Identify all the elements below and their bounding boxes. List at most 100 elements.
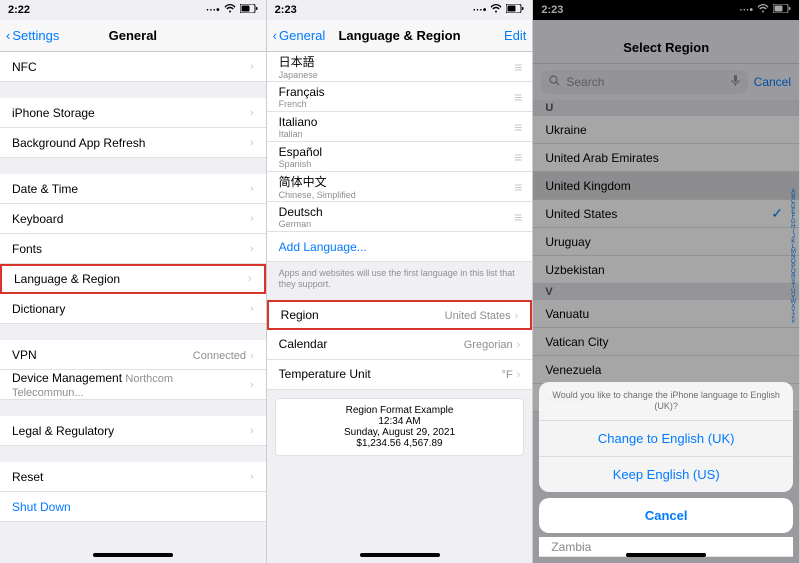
row-dictionary[interactable]: Dictionary›: [0, 294, 266, 324]
status-time: 2:23: [275, 4, 297, 16]
add-language-button[interactable]: Add Language...: [267, 232, 533, 262]
row-vpn[interactable]: VPN Connected ›: [0, 340, 266, 370]
action-keep-button[interactable]: Keep English (US): [539, 457, 793, 492]
home-indicator[interactable]: [93, 553, 173, 557]
row-date-time[interactable]: Date & Time ›: [0, 174, 266, 204]
status-icons: ···•: [473, 4, 525, 16]
row-bg-refresh[interactable]: Background App Refresh ›: [0, 128, 266, 158]
row-legal[interactable]: Legal & Regulatory ›: [0, 416, 266, 446]
row-temperature[interactable]: Temperature Unit °F ›: [267, 360, 533, 390]
row-keyboard[interactable]: Keyboard ›: [0, 204, 266, 234]
row-label: Legal & Regulatory: [12, 424, 114, 438]
page-title: General: [109, 28, 157, 43]
row-region[interactable]: Region United States ›: [267, 300, 533, 330]
language-row[interactable]: EspañolSpanish≡: [267, 142, 533, 172]
language-native: 简体中文: [279, 173, 356, 190]
row-storage[interactable]: iPhone Storage›: [0, 98, 266, 128]
row-label: VPN: [12, 348, 37, 362]
row-label: Shut Down: [12, 500, 71, 514]
drag-handle-icon[interactable]: ≡: [514, 209, 520, 225]
row-reset[interactable]: Reset ›: [0, 462, 266, 492]
action-cancel-button[interactable]: Cancel: [539, 498, 793, 533]
status-time: 2:22: [8, 4, 30, 16]
chevron-right-icon: ›: [250, 471, 254, 483]
language-list: 日本語Japanese≡ FrançaisFrench≡ ItalianoIta…: [267, 52, 533, 456]
language-row[interactable]: ItalianoItalian≡: [267, 112, 533, 142]
panel-general: 2:22 ···• ‹ Settings General NFC › iPhone…: [0, 0, 267, 563]
region-format-example: Region Format Example 12:34 AM Sunday, A…: [275, 398, 525, 456]
chevron-right-icon: ›: [248, 273, 252, 285]
chevron-right-icon: ›: [250, 243, 254, 255]
row-device-management[interactable]: Device Management Northcom Telecommun...…: [0, 370, 266, 400]
back-button[interactable]: ‹ General: [273, 28, 326, 43]
row-value: Connected: [193, 350, 246, 362]
action-change-button[interactable]: Change to English (UK): [539, 421, 793, 457]
chevron-right-icon: ›: [250, 213, 254, 225]
chevron-right-icon: ›: [250, 183, 254, 195]
chevron-right-icon: ›: [250, 350, 254, 362]
row-value: United States: [445, 310, 511, 322]
row-nfc[interactable]: NFC ›: [0, 52, 266, 82]
row-language-region[interactable]: Language & Region ›: [0, 264, 266, 294]
language-sub: German: [279, 219, 323, 229]
status-icons: ···•: [206, 4, 258, 16]
chevron-right-icon: ›: [515, 310, 519, 322]
nav-bar-general: ‹ Settings General: [0, 20, 266, 52]
page-title: Language & Region: [338, 28, 460, 43]
example-time: 12:34 AM: [282, 416, 518, 427]
chevron-right-icon: ›: [250, 61, 254, 73]
language-native: 日本語: [279, 53, 318, 70]
chevron-right-icon: ›: [250, 303, 254, 315]
home-indicator[interactable]: [626, 553, 706, 557]
region-label: Zambia: [551, 540, 591, 554]
drag-handle-icon[interactable]: ≡: [514, 179, 520, 195]
battery-icon: [240, 4, 258, 16]
panel-select-region: 2:23 ···• Select Region Search Cancel U …: [533, 0, 800, 563]
drag-handle-icon[interactable]: ≡: [514, 149, 520, 165]
drag-handle-icon[interactable]: ≡: [514, 59, 520, 75]
nav-bar-lang-region: ‹ General Language & Region Edit: [267, 20, 533, 52]
language-sub: French: [279, 99, 325, 109]
row-label: NFC: [12, 60, 37, 74]
back-label: Settings: [12, 28, 59, 43]
language-row[interactable]: 日本語Japanese ≡: [267, 52, 533, 82]
language-native: Deutsch: [279, 205, 323, 219]
wifi-icon: [490, 4, 502, 16]
chevron-right-icon: ›: [250, 425, 254, 437]
panel-language-region: 2:23 ···• ‹ General Language & Region Ed…: [267, 0, 534, 563]
row-label: Keyboard: [12, 212, 63, 226]
language-native: Italiano: [279, 115, 318, 129]
status-bar: 2:22 ···•: [0, 0, 266, 20]
chevron-left-icon: ‹: [6, 28, 10, 43]
language-sub: Japanese: [279, 70, 318, 80]
row-label: Calendar: [279, 337, 328, 351]
example-header: Region Format Example: [282, 405, 518, 416]
row-label: Language & Region: [14, 272, 120, 286]
language-row[interactable]: FrançaisFrench≡: [267, 82, 533, 112]
home-indicator[interactable]: [360, 553, 440, 557]
chevron-right-icon: ›: [517, 369, 521, 381]
example-numbers: $1,234.56 4,567.89: [282, 438, 518, 449]
row-label: Reset: [12, 470, 43, 484]
language-footer: Apps and websites will use the first lan…: [267, 262, 533, 300]
language-row[interactable]: 简体中文Chinese, Simplified≡: [267, 172, 533, 202]
row-calendar[interactable]: CalendarGregorian›: [267, 330, 533, 360]
drag-handle-icon[interactable]: ≡: [514, 119, 520, 135]
chevron-right-icon: ›: [250, 137, 254, 149]
row-label: Date & Time: [12, 182, 78, 196]
chevron-right-icon: ›: [250, 107, 254, 119]
example-date: Sunday, August 29, 2021: [282, 427, 518, 438]
drag-handle-icon[interactable]: ≡: [514, 89, 520, 105]
row-label: Fonts: [12, 242, 42, 256]
row-label: Region: [281, 308, 319, 322]
cell-signal-icon: ···•: [206, 5, 220, 16]
chevron-right-icon: ›: [250, 379, 254, 391]
row-value: °F: [502, 369, 513, 381]
row-fonts[interactable]: Fonts ›: [0, 234, 266, 264]
row-label: Background App Refresh: [12, 136, 145, 150]
back-button[interactable]: ‹ Settings: [6, 28, 59, 43]
edit-button[interactable]: Edit: [504, 28, 526, 43]
language-row[interactable]: DeutschGerman ≡: [267, 202, 533, 232]
row-label: Temperature Unit: [279, 367, 371, 381]
row-shutdown[interactable]: Shut Down: [0, 492, 266, 522]
